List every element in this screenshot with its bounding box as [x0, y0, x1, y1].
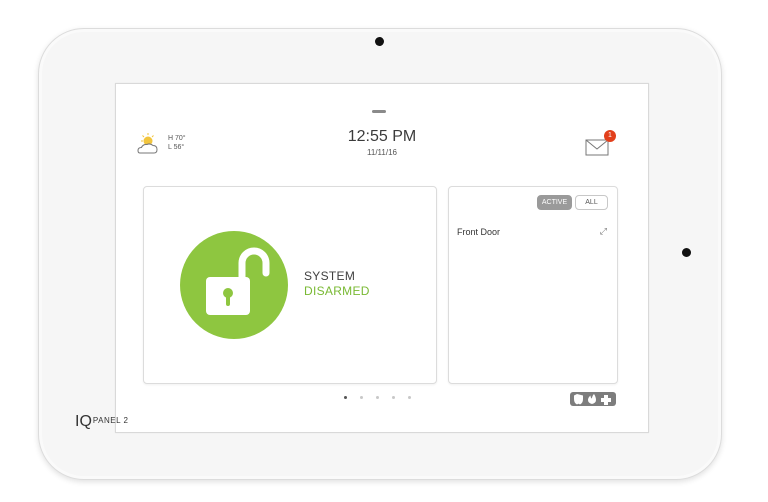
sensor-list-card: ACTIVE ALL Front Door ⤢ [448, 186, 618, 384]
clock-date: 11/11/16 [367, 148, 397, 157]
open-arrows-icon: ⤢ [599, 226, 607, 236]
unlocked-padlock-icon [206, 247, 270, 315]
emergency-button[interactable] [570, 392, 616, 406]
weather-low: L 56° [168, 144, 185, 151]
shield-icon [574, 394, 583, 405]
page-dot[interactable] [392, 396, 395, 399]
partly-cloudy-icon [137, 133, 158, 154]
camera-top [375, 37, 384, 46]
emergency-icons [574, 394, 611, 405]
clock: 12:55 PM 11/11/16 [332, 128, 432, 157]
status-line-disarmed: DISARMED [304, 284, 370, 298]
sensor-row-front-door[interactable]: Front Door ⤢ [457, 226, 607, 237]
medical-cross-icon [601, 395, 611, 405]
filter-active-button[interactable]: ACTIVE [537, 195, 572, 210]
page-indicator [342, 396, 422, 402]
clock-time: 12:55 PM [347, 128, 417, 145]
iq-panel-logo: IQPANEL 2 [75, 413, 128, 431]
page-dot[interactable] [360, 396, 363, 399]
weather-high: H 70° [168, 135, 186, 142]
unread-badge: 1 [604, 130, 616, 142]
security-status-card[interactable]: SYSTEM DISARMED [143, 186, 437, 384]
messages-button[interactable]: 1 [584, 130, 618, 160]
brand-sub: PANEL 2 [92, 416, 129, 425]
disarmed-indicator[interactable] [180, 231, 288, 339]
fire-icon [588, 394, 596, 404]
status-line-system: SYSTEM [304, 269, 356, 283]
weather-widget[interactable]: H 70° L 56° [136, 132, 206, 160]
touchscreen: H 70° L 56° 12:55 PM 11/11/16 1 SYSTEM D… [115, 83, 649, 433]
page-dot[interactable] [344, 396, 347, 399]
brand-main: IQ [75, 413, 92, 430]
pull-down-handle[interactable] [372, 110, 386, 113]
filter-all-button[interactable]: ALL [575, 195, 608, 210]
page-dot[interactable] [376, 396, 379, 399]
page-dot[interactable] [408, 396, 411, 399]
camera-side [682, 248, 691, 257]
sensor-name: Front Door [457, 227, 501, 237]
system-status: SYSTEM DISARMED [304, 269, 370, 299]
iq-panel-device: H 70° L 56° 12:55 PM 11/11/16 1 SYSTEM D… [38, 28, 722, 480]
